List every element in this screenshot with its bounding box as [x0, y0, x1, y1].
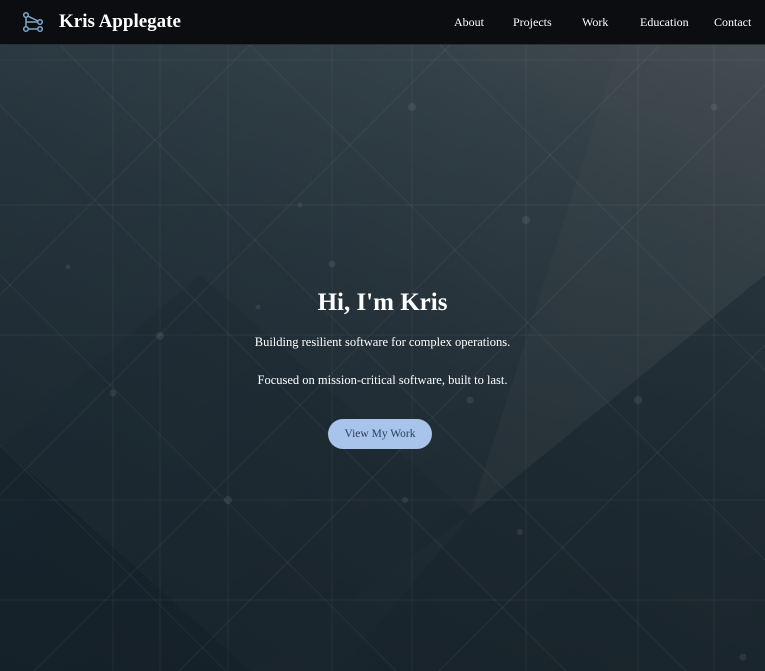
- hero-tagline: Focused on mission-critical software, bu…: [257, 373, 508, 387]
- view-my-work-button[interactable]: View My Work: [328, 419, 432, 449]
- hero-section: Hi, I'm Kris Building resilient software…: [0, 45, 765, 671]
- nav-link-about[interactable]: About: [454, 15, 484, 30]
- nav-link-education[interactable]: Education: [640, 15, 689, 30]
- hero-title: Hi, I'm Kris: [317, 289, 448, 316]
- top-navbar: Kris Applegate About Projects Work Educa…: [0, 0, 765, 45]
- nav-link-work[interactable]: Work: [582, 15, 608, 30]
- nav-link-contact[interactable]: Contact: [714, 15, 751, 30]
- page: Kris Applegate About Projects Work Educa…: [0, 0, 765, 671]
- nav-link-projects[interactable]: Projects: [513, 15, 552, 30]
- brand-link[interactable]: Kris Applegate: [22, 9, 181, 35]
- hero-content: Hi, I'm Kris Building resilient software…: [0, 45, 765, 671]
- graph-network-icon: [22, 11, 44, 33]
- hero-subtitle: Building resilient software for complex …: [254, 335, 511, 349]
- brand-name: Kris Applegate: [59, 11, 181, 32]
